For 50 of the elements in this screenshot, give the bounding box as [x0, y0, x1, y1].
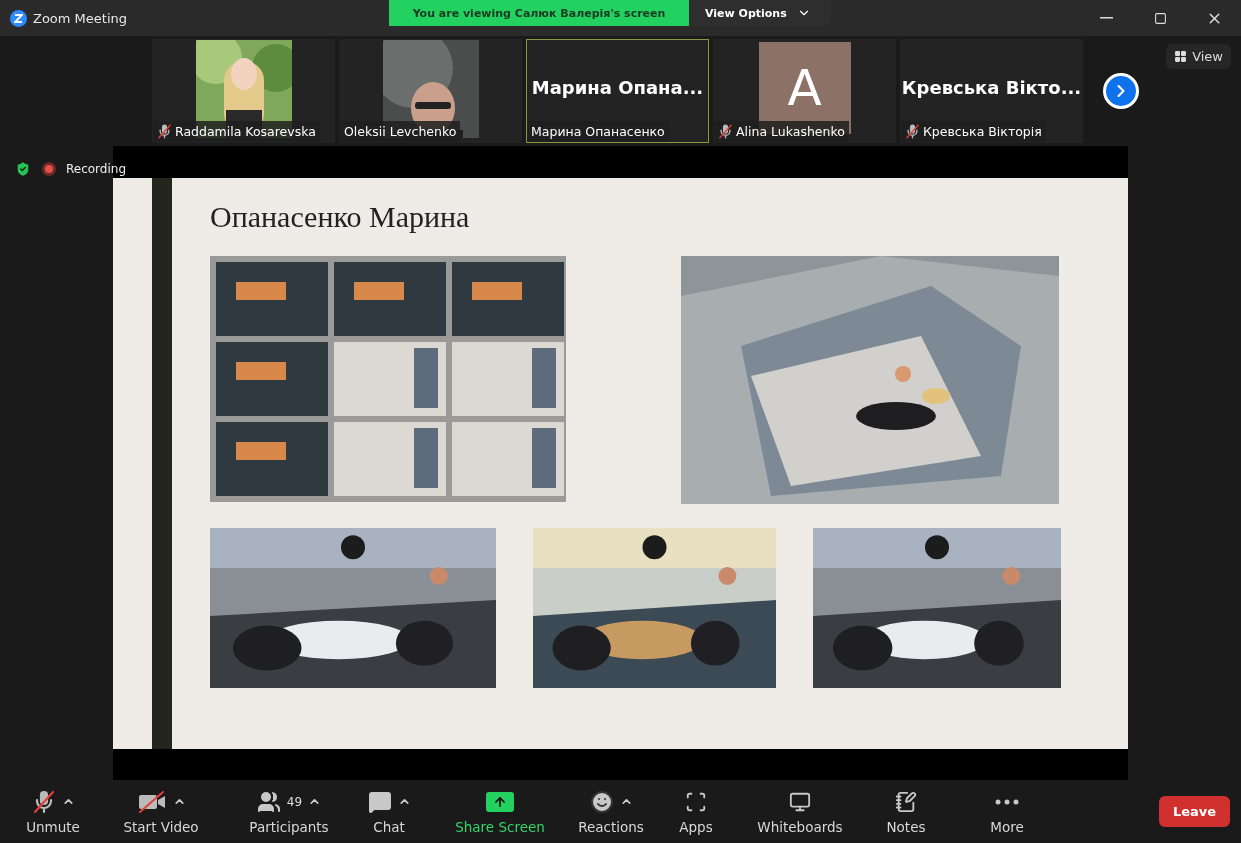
- participant-tile[interactable]: Кревська Вікто... Кревська Вікторія: [900, 39, 1083, 143]
- apps-icon: [685, 790, 707, 813]
- shield-check-icon: [14, 160, 32, 178]
- grid-icon: [1174, 50, 1188, 63]
- monitor-icon: [789, 790, 811, 813]
- view-button[interactable]: View: [1166, 44, 1231, 69]
- recording-label: Recording: [66, 162, 127, 176]
- muted-microphone-icon: [31, 789, 56, 814]
- toolbar-button[interactable]: Unmute: [14, 788, 92, 835]
- muted-microphone-icon: [718, 124, 733, 139]
- recording-dot-icon: [42, 162, 56, 176]
- participant-name: Oleksii Levchenko: [344, 124, 457, 139]
- smiley-icon: [589, 789, 614, 814]
- toolbar-button[interactable]: 49 Participants: [230, 788, 348, 835]
- participant-tile[interactable]: Raddamila Kosarevska: [152, 39, 335, 143]
- viewing-banner: You are viewing Салюк Валерія's screen: [389, 0, 689, 26]
- muted-microphone-icon: [905, 124, 920, 139]
- participant-name: Кревська Вікторія: [923, 124, 1042, 139]
- participant-display-name: Кревська Вікто...: [901, 76, 1082, 98]
- muted-microphone-icon: [157, 124, 172, 139]
- slide-title: Опанасенко Марина: [210, 200, 471, 234]
- toolbar-button[interactable]: More: [952, 788, 1062, 835]
- toolbar-button[interactable]: Notes: [860, 788, 952, 835]
- share-screen-icon: [486, 791, 514, 812]
- toolbar-button[interactable]: Start Video: [92, 788, 230, 835]
- next-page-button[interactable]: [1103, 73, 1139, 109]
- chat-icon: [367, 789, 392, 814]
- zoom-logo-icon: [10, 9, 27, 27]
- notebook-icon: [895, 790, 917, 813]
- window-title: Zoom Meeting: [33, 10, 128, 26]
- toolbar-button[interactable]: Reactions: [570, 788, 652, 835]
- participant-tile[interactable]: Марина Опана... Марина Опанасенко: [526, 39, 709, 143]
- toolbar-button[interactable]: Share Screen: [430, 788, 570, 835]
- toolbar-button[interactable]: Apps: [652, 788, 740, 835]
- participant-display-name: Марина Опана...: [531, 76, 704, 98]
- participant-tile[interactable]: Oleksii Levchenko: [339, 39, 522, 143]
- participant-tile[interactable]: A Alina Lukashenko: [713, 39, 896, 143]
- view-options-button[interactable]: View Options: [689, 0, 831, 26]
- toolbar-button[interactable]: Chat: [348, 788, 430, 835]
- participant-name: Alina Lukashenko: [736, 124, 845, 139]
- participant-count: 49: [286, 794, 303, 809]
- toolbar-button[interactable]: Whiteboards: [740, 788, 860, 835]
- muted-camera-icon: [136, 789, 167, 814]
- more-icon: [995, 798, 1019, 805]
- participant-name: Raddamila Kosarevska: [175, 124, 316, 139]
- minimize-icon: [1099, 17, 1113, 19]
- maximize-icon: [1153, 11, 1167, 25]
- participant-name: Марина Опанасенко: [531, 124, 665, 139]
- people-icon: [256, 789, 281, 814]
- leave-button[interactable]: Leave: [1159, 796, 1230, 827]
